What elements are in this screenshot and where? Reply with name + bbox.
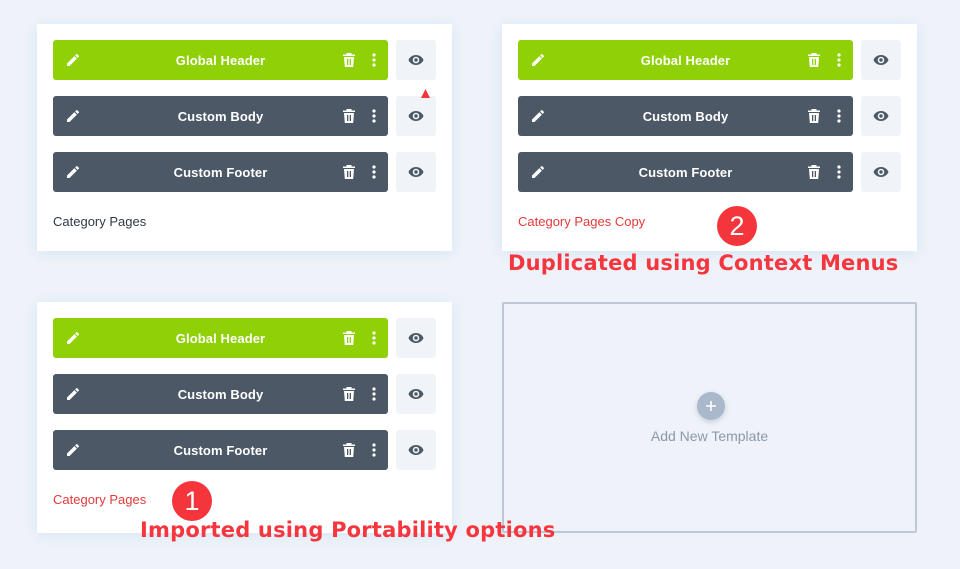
pencil-icon[interactable] xyxy=(65,442,81,458)
layout-label: Custom Body xyxy=(642,108,729,124)
template-name[interactable]: Category Pages Copy xyxy=(518,214,645,229)
trash-icon[interactable] xyxy=(342,330,356,346)
add-template-button[interactable] xyxy=(697,392,725,420)
visibility-toggle-button[interactable] xyxy=(396,430,436,470)
layout-row-body: Custom Body xyxy=(518,96,901,136)
eye-icon xyxy=(873,55,889,65)
eye-icon xyxy=(408,445,424,455)
eye-icon xyxy=(408,333,424,343)
visibility-toggle-button[interactable] xyxy=(396,96,436,136)
pencil-icon[interactable] xyxy=(530,164,546,180)
layout-row-footer: Custom Footer xyxy=(518,152,901,192)
visibility-toggle-button[interactable] xyxy=(861,152,901,192)
vertical-dots-icon[interactable] xyxy=(833,164,845,180)
layout-row-header: Global Header xyxy=(53,318,436,358)
layout-bar-custom-footer[interactable]: Custom Footer xyxy=(53,430,388,470)
trash-icon[interactable] xyxy=(807,52,821,68)
layout-row-header: Global Header xyxy=(53,40,436,80)
layout-bar-global-header[interactable]: Global Header xyxy=(53,40,388,80)
step-badge-2: 2 xyxy=(717,206,757,246)
add-template-label: Add New Template xyxy=(650,428,769,444)
layout-bar-custom-body[interactable]: Custom Body xyxy=(53,374,388,414)
eye-icon xyxy=(408,167,424,177)
cursor-marker-icon xyxy=(421,89,430,98)
layout-label: Global Header xyxy=(175,52,266,68)
vertical-dots-icon[interactable] xyxy=(368,330,380,346)
template-card-category-pages: Global Header Custom Body Custom Footer xyxy=(37,24,452,251)
pencil-icon[interactable] xyxy=(65,52,81,68)
step-badge-1: 1 xyxy=(172,481,212,521)
visibility-toggle-button[interactable] xyxy=(396,152,436,192)
vertical-dots-icon[interactable] xyxy=(368,442,380,458)
layout-row-header: Global Header xyxy=(518,40,901,80)
layout-bar-custom-footer[interactable]: Custom Footer xyxy=(53,152,388,192)
eye-icon xyxy=(873,167,889,177)
trash-icon[interactable] xyxy=(807,164,821,180)
pencil-icon[interactable] xyxy=(530,52,546,68)
eye-icon xyxy=(408,111,424,121)
visibility-toggle-button[interactable] xyxy=(396,318,436,358)
trash-icon[interactable] xyxy=(342,164,356,180)
eye-icon xyxy=(873,111,889,121)
layout-label: Custom Body xyxy=(177,386,264,402)
trash-icon[interactable] xyxy=(342,108,356,124)
trash-icon[interactable] xyxy=(342,386,356,402)
annotation-imported: Imported using Portability options xyxy=(140,518,556,542)
eye-icon xyxy=(408,389,424,399)
pencil-icon[interactable] xyxy=(65,386,81,402)
pencil-icon[interactable] xyxy=(65,164,81,180)
layout-row-footer: Custom Footer xyxy=(53,152,436,192)
visibility-toggle-button[interactable] xyxy=(861,40,901,80)
trash-icon[interactable] xyxy=(342,52,356,68)
template-card-category-pages-imported: Global Header Custom Body Custom Footer xyxy=(37,302,452,533)
layout-bar-global-header[interactable]: Global Header xyxy=(53,318,388,358)
visibility-toggle-button[interactable] xyxy=(861,96,901,136)
vertical-dots-icon[interactable] xyxy=(833,108,845,124)
vertical-dots-icon[interactable] xyxy=(368,108,380,124)
layout-row-body: Custom Body xyxy=(53,96,436,136)
eye-icon xyxy=(408,55,424,65)
template-card-category-pages-copy: Global Header Custom Body Custom Footer xyxy=(502,24,917,251)
layout-label: Custom Body xyxy=(177,108,264,124)
template-name[interactable]: Category Pages xyxy=(53,492,146,507)
vertical-dots-icon[interactable] xyxy=(368,52,380,68)
template-name[interactable]: Category Pages xyxy=(53,214,146,229)
plus-icon xyxy=(706,401,716,411)
vertical-dots-icon[interactable] xyxy=(368,386,380,402)
vertical-dots-icon[interactable] xyxy=(833,52,845,68)
layout-row-footer: Custom Footer xyxy=(53,430,436,470)
layout-bar-custom-body[interactable]: Custom Body xyxy=(518,96,853,136)
layout-bar-custom-footer[interactable]: Custom Footer xyxy=(518,152,853,192)
layout-bar-custom-body[interactable]: Custom Body xyxy=(53,96,388,136)
pencil-icon[interactable] xyxy=(65,330,81,346)
visibility-toggle-button[interactable] xyxy=(396,374,436,414)
annotation-duplicated: Duplicated using Context Menus xyxy=(508,251,899,275)
trash-icon[interactable] xyxy=(807,108,821,124)
layout-label: Custom Footer xyxy=(638,164,733,180)
trash-icon[interactable] xyxy=(342,442,356,458)
pencil-icon[interactable] xyxy=(65,108,81,124)
layout-label: Custom Footer xyxy=(173,442,268,458)
layout-label: Global Header xyxy=(640,52,731,68)
layout-label: Custom Footer xyxy=(173,164,268,180)
add-new-template-card[interactable]: Add New Template xyxy=(502,302,917,533)
visibility-toggle-button[interactable] xyxy=(396,40,436,80)
layout-label: Global Header xyxy=(175,330,266,346)
layout-row-body: Custom Body xyxy=(53,374,436,414)
vertical-dots-icon[interactable] xyxy=(368,164,380,180)
layout-bar-global-header[interactable]: Global Header xyxy=(518,40,853,80)
pencil-icon[interactable] xyxy=(530,108,546,124)
